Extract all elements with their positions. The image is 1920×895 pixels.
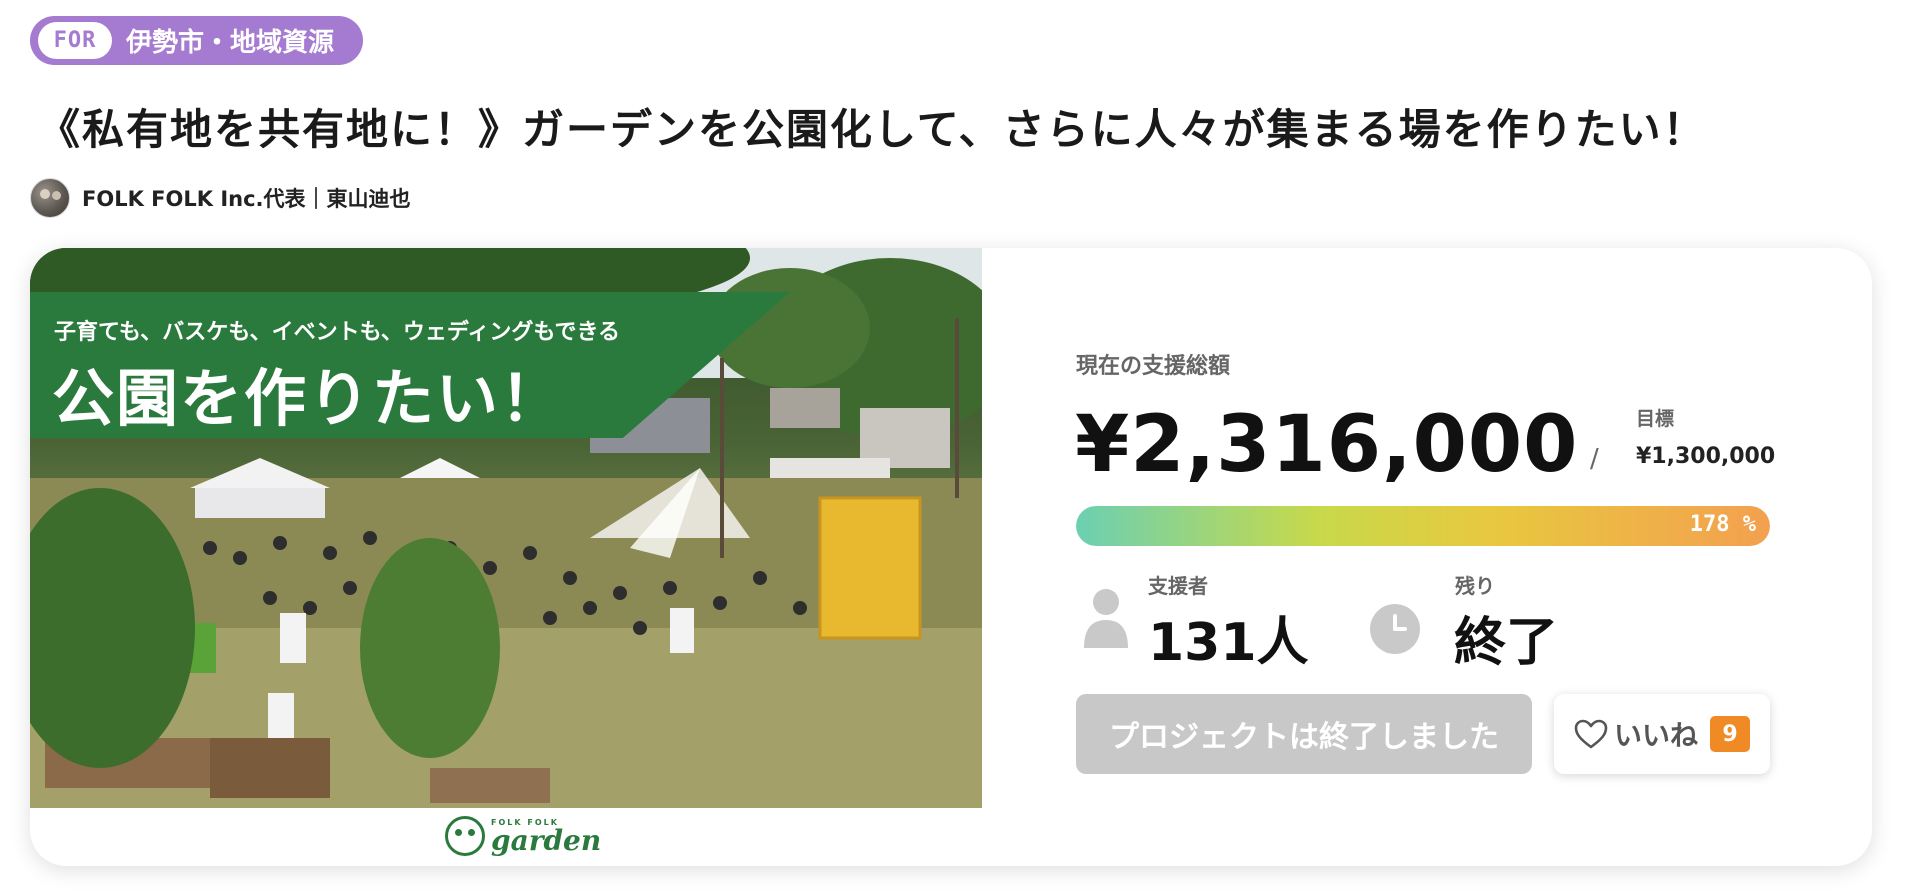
hero-banner-subtitle: 子育ても、バスケも、イベントも、ウェディングもできる: [54, 320, 621, 345]
heart-icon: [1574, 719, 1608, 749]
like-count-badge: 9: [1710, 716, 1750, 752]
goal-label: 目標: [1636, 408, 1675, 430]
avatar[interactable]: [30, 178, 70, 218]
owner-name[interactable]: FOLK FOLK Inc.代表｜東山迪也: [82, 183, 411, 213]
project-ended-button[interactable]: プロジェクトは終了しました: [1076, 694, 1532, 774]
category-tag[interactable]: FOR 伊勢市・地域資源: [30, 16, 363, 65]
supporters-count: 131人: [1148, 613, 1309, 673]
supporters-label: 支援者: [1148, 574, 1208, 598]
funding-progress-bar: 178 %: [1076, 506, 1770, 546]
project-title: 《私有地を共有地に！》ガーデンを公園化して、さらに人々が集まる場を作りたい！: [38, 105, 1707, 154]
hero-image: 子育ても、バスケも、イベントも、ウェディングもできる 公園を作りたい！: [30, 248, 982, 808]
folk-folk-garden-logo: FOLK FOLK garden: [445, 816, 601, 856]
current-total-label: 現在の支援総額: [1076, 354, 1231, 379]
garden-logo-mark: [445, 816, 485, 856]
goal-amount: ¥1,300,000: [1636, 444, 1776, 469]
garden-logo-text: garden: [491, 823, 602, 857]
funding-progress-text: 178 %: [1689, 512, 1756, 537]
like-button[interactable]: いいね 9: [1554, 694, 1770, 774]
project-owner[interactable]: FOLK FOLK Inc.代表｜東山迪也: [30, 178, 411, 218]
funding-progress-fill: [1076, 506, 1770, 546]
hero-banner-title: 公園を作りたい！: [52, 362, 565, 435]
project-card: 子育ても、バスケも、イベントも、ウェディングもできる 公園を作りたい！ FOLK…: [30, 248, 1872, 866]
person-icon: [1084, 589, 1128, 648]
remaining-label: 残り: [1455, 574, 1495, 598]
remaining-value: 終了: [1454, 613, 1559, 673]
clock-icon: [1370, 604, 1420, 654]
like-label: いいね: [1613, 719, 1698, 752]
current-total-amount: ¥2,316,000: [1075, 400, 1579, 490]
goal-separator: /: [1590, 444, 1599, 474]
category-tag-label: 伊勢市・地域資源: [126, 28, 335, 58]
category-tag-prefix: FOR: [38, 22, 112, 59]
